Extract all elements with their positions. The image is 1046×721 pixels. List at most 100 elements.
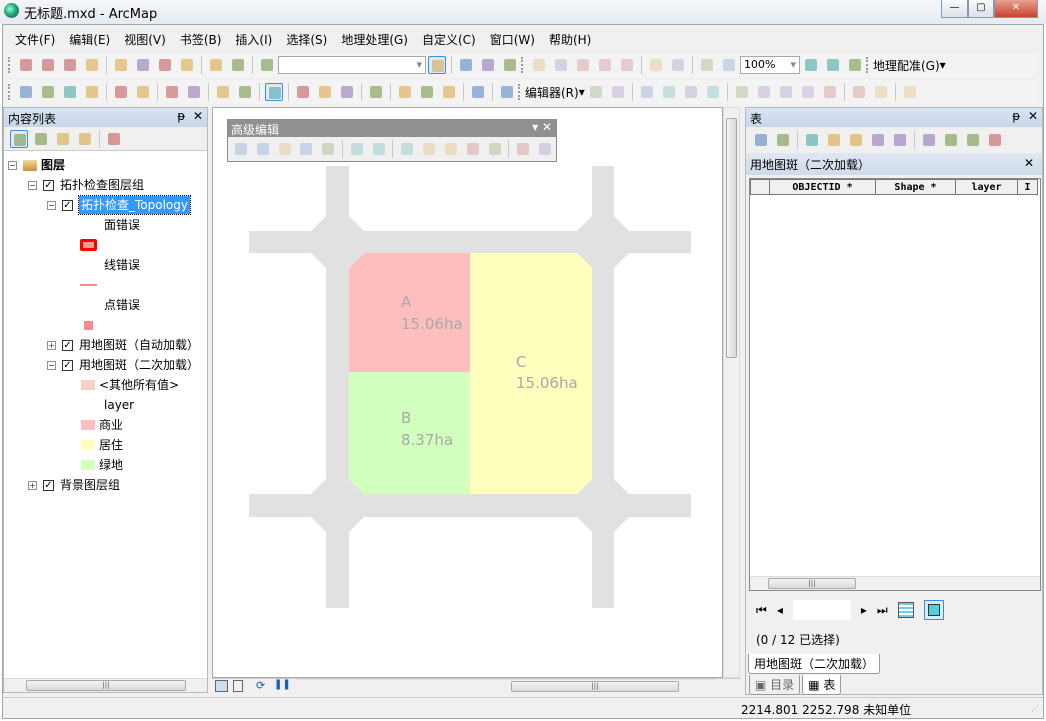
pan-layout-icon[interactable]	[574, 56, 592, 74]
collapse-icon[interactable]: −	[47, 360, 56, 370]
split-polygons-icon[interactable]	[486, 140, 504, 158]
menu-item[interactable]: 书签(B)	[173, 28, 229, 50]
fixed-zoom-in-icon[interactable]	[112, 83, 130, 101]
pin-icon[interactable]: ᵽ	[1012, 109, 1020, 123]
go-to-xy-icon[interactable]	[440, 83, 458, 101]
scroll-thumb[interactable]: |||	[26, 680, 186, 691]
tree-item-second-layer[interactable]: − ✓ 用地图斑（二次加载）	[47, 356, 199, 374]
catalog-tab[interactable]: ▣ 目录	[749, 675, 801, 695]
open-folder-icon[interactable]	[39, 56, 57, 74]
redo-icon[interactable]	[229, 56, 247, 74]
construct-geometric-network-icon[interactable]	[442, 140, 460, 158]
pan-icon[interactable]	[61, 83, 79, 101]
column-header[interactable]: layer	[955, 179, 1018, 195]
fixed-zoom-in-layout-icon[interactable]	[647, 56, 665, 74]
arc-toolbox-icon[interactable]	[501, 56, 519, 74]
table-of-contents-icon[interactable]	[457, 56, 475, 74]
rotate-icon[interactable]	[821, 83, 839, 101]
trace-icon[interactable]	[682, 83, 700, 101]
delete-icon[interactable]	[986, 131, 1004, 149]
delete-icon[interactable]	[178, 56, 196, 74]
layout-zoom-combo[interactable]: 100%	[740, 56, 800, 74]
map-view[interactable]: A 15.06ha B 8.37ha C 15.06ha	[212, 107, 723, 678]
zoom-in-icon[interactable]	[17, 83, 35, 101]
collapse-icon[interactable]: −	[8, 160, 17, 170]
paste-icon[interactable]	[942, 131, 960, 149]
measure-icon[interactable]	[367, 83, 385, 101]
magnifier-icon[interactable]	[498, 83, 516, 101]
explode-multipart-icon[interactable]	[348, 140, 366, 158]
table-tab[interactable]: ▦ 表	[802, 675, 842, 695]
editor-menu[interactable]: 编辑器(R)	[525, 84, 579, 101]
menu-item[interactable]: 插入(I)	[228, 28, 279, 50]
visibility-checkbox[interactable]: ✓	[43, 479, 54, 491]
construct-polygons-icon[interactable]	[464, 140, 482, 158]
dropdown-icon[interactable]: ▾	[579, 85, 585, 99]
visibility-checkbox[interactable]: ✓	[62, 339, 73, 351]
menu-item[interactable]: 编辑(E)	[62, 28, 117, 50]
change-layout-icon[interactable]	[846, 56, 864, 74]
tree-root[interactable]: − 图层	[8, 156, 65, 174]
map-canvas[interactable]: A 15.06ha B 8.37ha C 15.06ha	[213, 108, 724, 679]
layout-view-icon[interactable]	[233, 680, 243, 692]
create-features-icon[interactable]	[901, 83, 919, 101]
rectangle-icon[interactable]	[514, 140, 532, 158]
table-layer-tab[interactable]: 用地图斑（二次加载）	[748, 654, 881, 674]
menu-item[interactable]: 自定义(C)	[415, 28, 483, 50]
edit-annotation-icon[interactable]	[609, 83, 627, 101]
list-by-selection-icon[interactable]	[76, 130, 94, 148]
identify-icon[interactable]	[294, 83, 312, 101]
close-icon[interactable]: ✕	[542, 120, 552, 134]
scroll-thumb[interactable]: |||	[511, 681, 679, 692]
focus-data-frame-icon[interactable]	[824, 56, 842, 74]
map-vertical-scrollbar[interactable]	[723, 107, 740, 678]
close-table-icon[interactable]: ✕	[1024, 156, 1034, 170]
menu-item[interactable]: 地理处理(G)	[334, 28, 415, 50]
expand-icon[interactable]: +	[47, 340, 56, 350]
related-tables-icon[interactable]	[774, 131, 792, 149]
refresh-icon[interactable]: ⟳	[256, 679, 265, 692]
switch-selection-icon[interactable]	[825, 131, 843, 149]
menu-item[interactable]: 帮助(H)	[542, 28, 598, 50]
tree-item-bg-group[interactable]: + ✓ 背景图层组	[28, 476, 120, 494]
zoom-icon[interactable]	[964, 131, 982, 149]
map-horizontal-scrollbar[interactable]: |||	[296, 679, 716, 693]
visibility-checkbox[interactable]: ✓	[62, 199, 73, 211]
minimize-button[interactable]: —	[941, 0, 968, 18]
sketch-properties-icon[interactable]	[872, 83, 890, 101]
expand-icon[interactable]: +	[28, 480, 37, 490]
generalize-icon[interactable]	[370, 140, 388, 158]
menu-item[interactable]: 视图(V)	[117, 28, 173, 50]
toolbar-grip[interactable]	[521, 57, 525, 73]
back-extent-layout-icon[interactable]	[698, 56, 716, 74]
georeferencing-menu[interactable]: 地理配准(G)	[873, 57, 940, 74]
list-by-drawing-order-icon[interactable]	[10, 129, 28, 148]
line-intersection-icon[interactable]	[319, 140, 337, 158]
pin-icon[interactable]: ᵽ	[177, 109, 185, 123]
replace-geometry-icon[interactable]	[420, 140, 438, 158]
html-popup-icon[interactable]	[338, 83, 356, 101]
forward-extent-layout-icon[interactable]	[720, 56, 738, 74]
tree-item-topology[interactable]: − ✓ 拓扑检查_Topology	[47, 195, 191, 215]
dropdown-icon[interactable]: ▾	[940, 58, 946, 72]
previous-record-icon[interactable]: ◂	[777, 603, 783, 617]
menu-item[interactable]: 文件(F)	[8, 28, 62, 50]
back-icon[interactable]	[163, 83, 181, 101]
row-selector-header[interactable]	[750, 179, 770, 195]
collapse-icon[interactable]: −	[28, 180, 37, 190]
visibility-checkbox[interactable]: ✓	[62, 359, 73, 371]
edit-tool-icon[interactable]	[587, 83, 605, 101]
straight-segment-icon[interactable]	[638, 83, 656, 101]
fixed-zoom-out-layout-icon[interactable]	[669, 56, 687, 74]
visibility-checkbox[interactable]: ✓	[43, 179, 54, 191]
reshape-icon[interactable]	[755, 83, 773, 101]
new-document-icon[interactable]	[17, 56, 35, 74]
select-features-icon[interactable]	[214, 83, 232, 101]
fixed-zoom-out-icon[interactable]	[134, 83, 152, 101]
pause-drawing-icon[interactable]: ❚❚	[274, 679, 291, 690]
point-icon[interactable]	[704, 83, 722, 101]
menu-item[interactable]: 选择(S)	[279, 28, 334, 50]
paste-icon[interactable]	[156, 56, 174, 74]
toolbar-grip[interactable]	[8, 84, 12, 100]
delete-selected-icon[interactable]	[891, 131, 909, 149]
